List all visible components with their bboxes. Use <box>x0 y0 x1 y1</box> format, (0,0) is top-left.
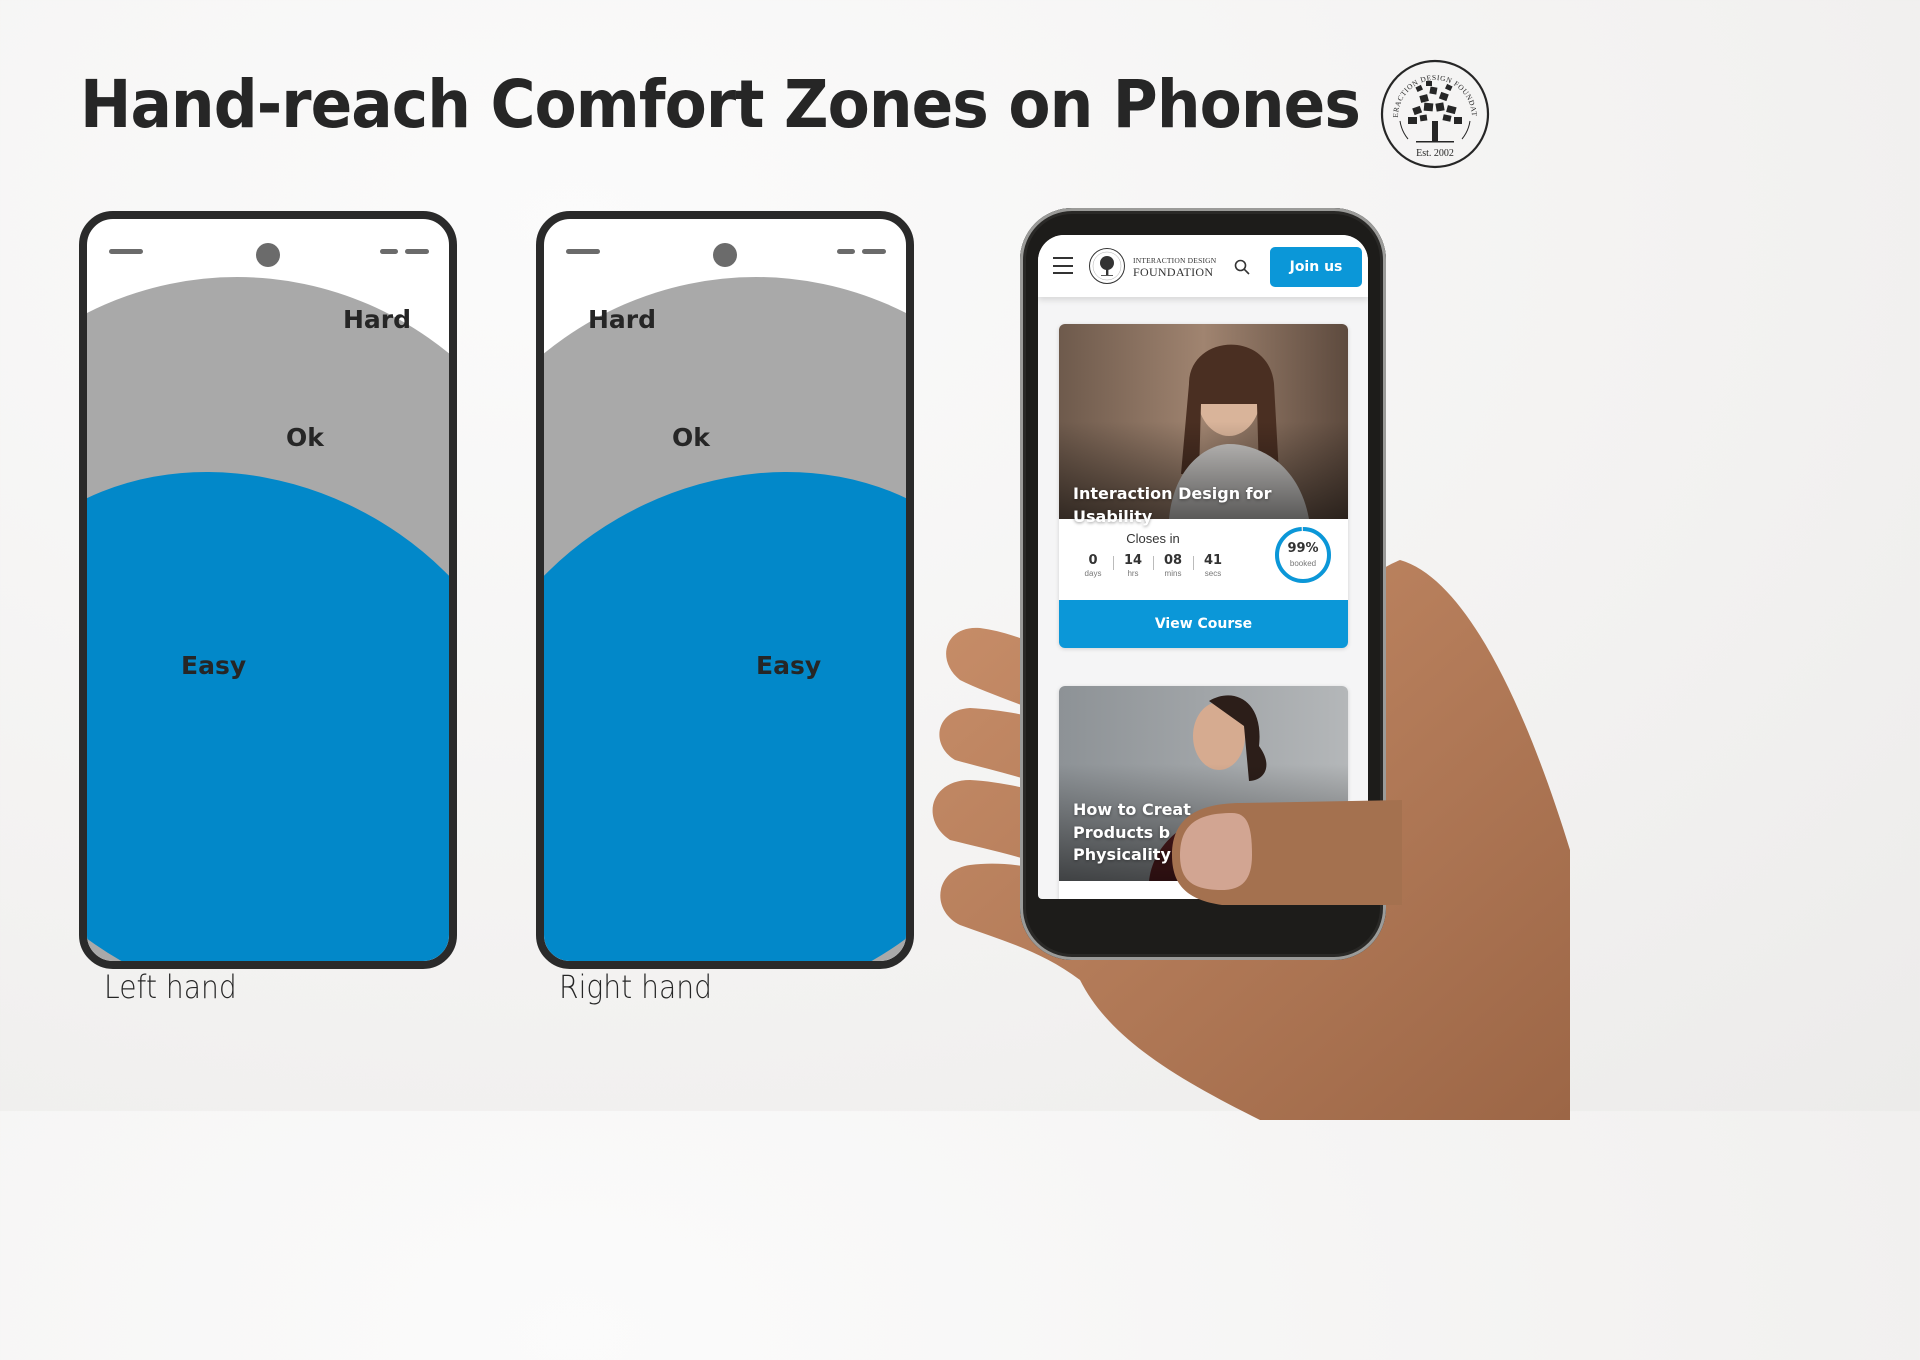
right-hand-label: Right hand <box>559 968 712 1006</box>
status-bar-indicator <box>837 249 855 254</box>
status-bar-indicator <box>862 249 886 254</box>
search-icon[interactable] <box>1234 259 1250 275</box>
countdown-unit: hrs <box>1127 569 1139 578</box>
booked-label: booked <box>1289 559 1317 568</box>
countdown-unit: mins <box>1164 569 1182 578</box>
page-title: Hand-reach Comfort Zones on Phones <box>80 66 1361 143</box>
brand-logo-icon[interactable] <box>1088 247 1126 285</box>
left-hand-phone-diagram: Hard Ok Easy <box>79 211 457 969</box>
logo-established: Est. 2002 <box>1416 148 1454 159</box>
zone-label-hard: Hard <box>343 305 412 334</box>
booked-percent: 99% <box>1287 541 1319 556</box>
camera-dot <box>713 243 737 267</box>
countdown-unit: days <box>1084 569 1102 578</box>
left-hand-label: Left hand <box>104 968 237 1006</box>
status-bar-indicator <box>380 249 398 254</box>
ixdf-logo: INTERACTION DESIGN FOUNDATION Est. 2002 <box>1380 59 1490 169</box>
closes-in-label: Closes in <box>1126 531 1180 546</box>
right-hand-phone-diagram: Hard Ok Easy <box>536 211 914 969</box>
countdown-value: 08 <box>1163 553 1183 568</box>
countdown-value: 0 <box>1088 553 1098 568</box>
brand-line-2: FOUNDATION <box>1133 264 1214 279</box>
countdown-hours: 14 hrs <box>1113 553 1153 578</box>
zone-label-hard: Hard <box>588 305 657 334</box>
status-bar-indicator <box>405 249 429 254</box>
tree-icon <box>1408 81 1462 143</box>
zone-label-easy: Easy <box>181 651 247 680</box>
hamburger-icon[interactable] <box>1053 257 1073 274</box>
countdown-days: 0 days <box>1073 553 1113 578</box>
speaker-bar <box>566 249 600 254</box>
countdown-value: 41 <box>1203 553 1223 568</box>
app-header: INTERACTION DESIGN FOUNDATION Join us <box>1038 235 1368 297</box>
zone-label-ok: Ok <box>672 423 710 452</box>
brand-line-1: INTERACTION DESIGN <box>1133 256 1217 265</box>
countdown-value: 14 <box>1123 553 1143 568</box>
join-us-button[interactable]: Join us <box>1270 247 1362 287</box>
view-course-button[interactable]: View Course <box>1059 600 1348 648</box>
course-card[interactable]: Interaction Design for Usability Closes … <box>1059 324 1348 648</box>
brand-wordmark[interactable]: INTERACTION DESIGN FOUNDATION <box>1133 257 1216 278</box>
camera-dot <box>256 243 280 267</box>
zone-label-easy: Easy <box>756 651 822 680</box>
countdown-seconds: 41 secs <box>1193 553 1233 578</box>
countdown-unit: secs <box>1204 569 1222 578</box>
thumb-overlay <box>1172 800 1402 905</box>
speaker-bar <box>109 249 143 254</box>
course-title[interactable]: Interaction Design for Usability <box>1073 483 1348 528</box>
zone-label-ok: Ok <box>286 423 324 452</box>
countdown-minutes: 08 mins <box>1153 553 1193 578</box>
